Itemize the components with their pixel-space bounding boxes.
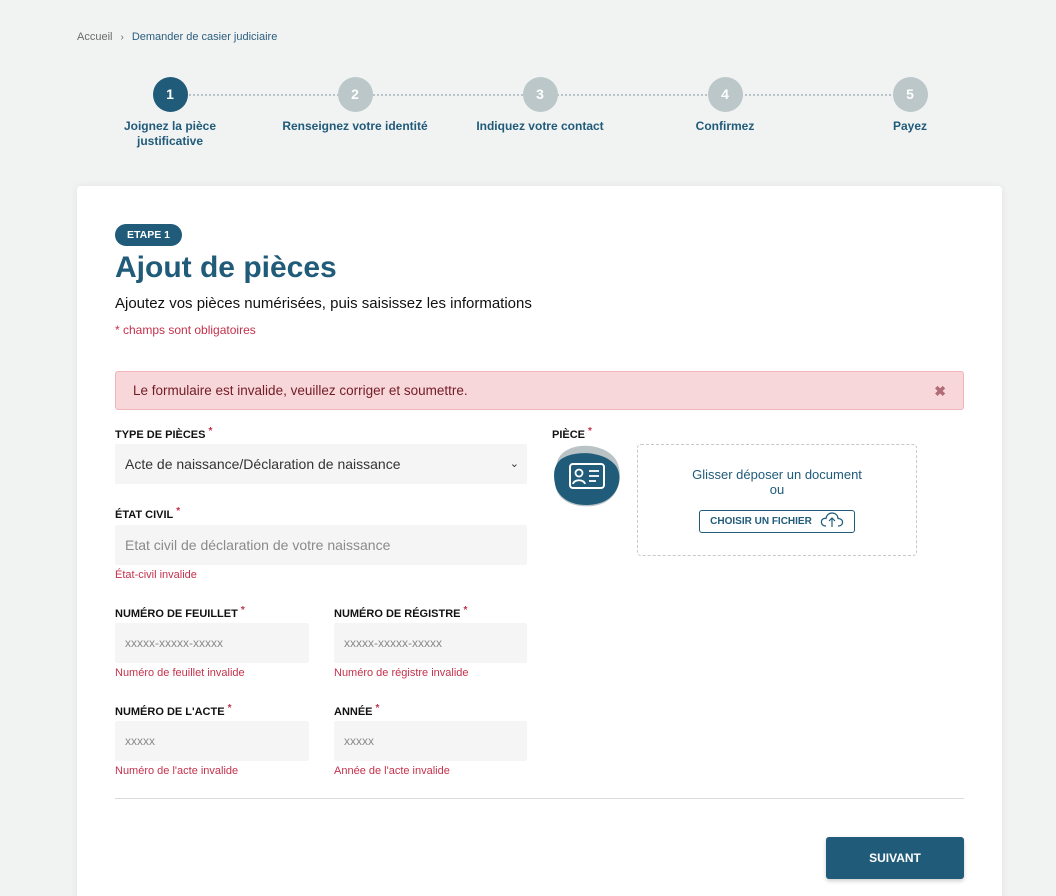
progress-stepper: 1 Joignez la pièce justificative 2 Rense…: [0, 77, 1056, 167]
type-pieces-select[interactable]: Acte de naissance/Déclaration de naissan…: [115, 444, 527, 484]
page-subtitle: Ajoutez vos pièces numérisées, puis sais…: [115, 295, 532, 312]
step-5-label: Payez: [892, 119, 928, 133]
step-badge: ETAPE 1: [115, 224, 182, 246]
id-card-icon: [552, 444, 622, 509]
step-4: 4 Confirmez: [645, 77, 805, 134]
choose-file-button[interactable]: CHOISIR UN FICHIER: [699, 510, 855, 533]
dropzone-text: Glisser déposer un document ou: [692, 467, 862, 497]
step-5-number: 5: [892, 77, 928, 112]
numero-acte-error: Numéro de l'acte invalide: [115, 765, 239, 777]
form-divider: [115, 798, 964, 799]
close-icon[interactable]: ✖: [934, 383, 946, 400]
step-4-number: 4: [707, 77, 743, 112]
etat-civil-input[interactable]: [115, 525, 527, 565]
annee-label: ANNÉE *: [334, 703, 380, 718]
type-pieces-value: Acte de naissance/Déclaration de naissan…: [125, 456, 401, 472]
step-3-number: 3: [522, 77, 558, 112]
type-pieces-label: TYPE DE PIÈCES *: [115, 426, 213, 441]
numero-registre-label: NUMÉRO DE RÉGISTRE *: [334, 605, 468, 620]
error-alert: Le formulaire est invalide, veuillez cor…: [115, 371, 964, 410]
cloud-upload-icon: [820, 512, 844, 531]
annee-input[interactable]: [334, 721, 527, 761]
annee-error: Année de l'acte invalide: [334, 765, 450, 777]
file-dropzone[interactable]: Glisser déposer un document ou CHOISIR U…: [637, 444, 917, 556]
alert-message: Le formulaire est invalide, veuillez cor…: [133, 383, 468, 398]
step-1: 1 Joignez la pièce justificative: [90, 77, 250, 149]
step-1-number: 1: [152, 77, 188, 112]
step-2-label: Renseignez votre identité: [282, 119, 428, 133]
chevron-down-icon: ⌄: [509, 458, 519, 470]
step-3: 3 Indiquez votre contact: [460, 77, 620, 134]
required-fields-note: * champs sont obligatoires: [115, 323, 256, 337]
numero-acte-input[interactable]: [115, 721, 309, 761]
numero-feuillet-input[interactable]: [115, 623, 309, 663]
etat-civil-error: État-civil invalide: [115, 569, 197, 581]
piece-label: PIÈCE *: [552, 426, 592, 441]
step-3-label: Indiquez votre contact: [476, 119, 604, 133]
step-2-number: 2: [337, 77, 373, 112]
next-button[interactable]: SUIVANT: [826, 837, 964, 879]
numero-registre-error: Numéro de régistre invalide: [334, 667, 469, 679]
numero-registre-input[interactable]: [334, 623, 527, 663]
numero-feuillet-label: NUMÉRO DE FEUILLET *: [115, 605, 245, 620]
step-1-label: Joignez la pièce justificative: [123, 119, 217, 148]
breadcrumb-home-link[interactable]: Accueil: [77, 31, 112, 43]
step-2: 2 Renseignez votre identité: [275, 77, 435, 134]
choose-file-label: CHOISIR UN FICHIER: [710, 516, 812, 527]
breadcrumb-current: Demander de casier judiciaire: [131, 31, 278, 43]
step-4-label: Confirmez: [695, 119, 755, 133]
numero-acte-label: NUMÉRO DE L'ACTE *: [115, 703, 232, 718]
breadcrumb-separator: ›: [120, 31, 124, 43]
etat-civil-label: ÉTAT CIVIL *: [115, 506, 181, 521]
breadcrumb: Accueil › Demander de casier judiciaire: [77, 31, 277, 43]
numero-feuillet-error: Numéro de feuillet invalide: [115, 667, 245, 679]
page-title: Ajout de pièces: [115, 251, 337, 284]
form-card: ETAPE 1 Ajout de pièces Ajoutez vos pièc…: [77, 186, 1002, 896]
step-5: 5 Payez: [830, 77, 990, 134]
